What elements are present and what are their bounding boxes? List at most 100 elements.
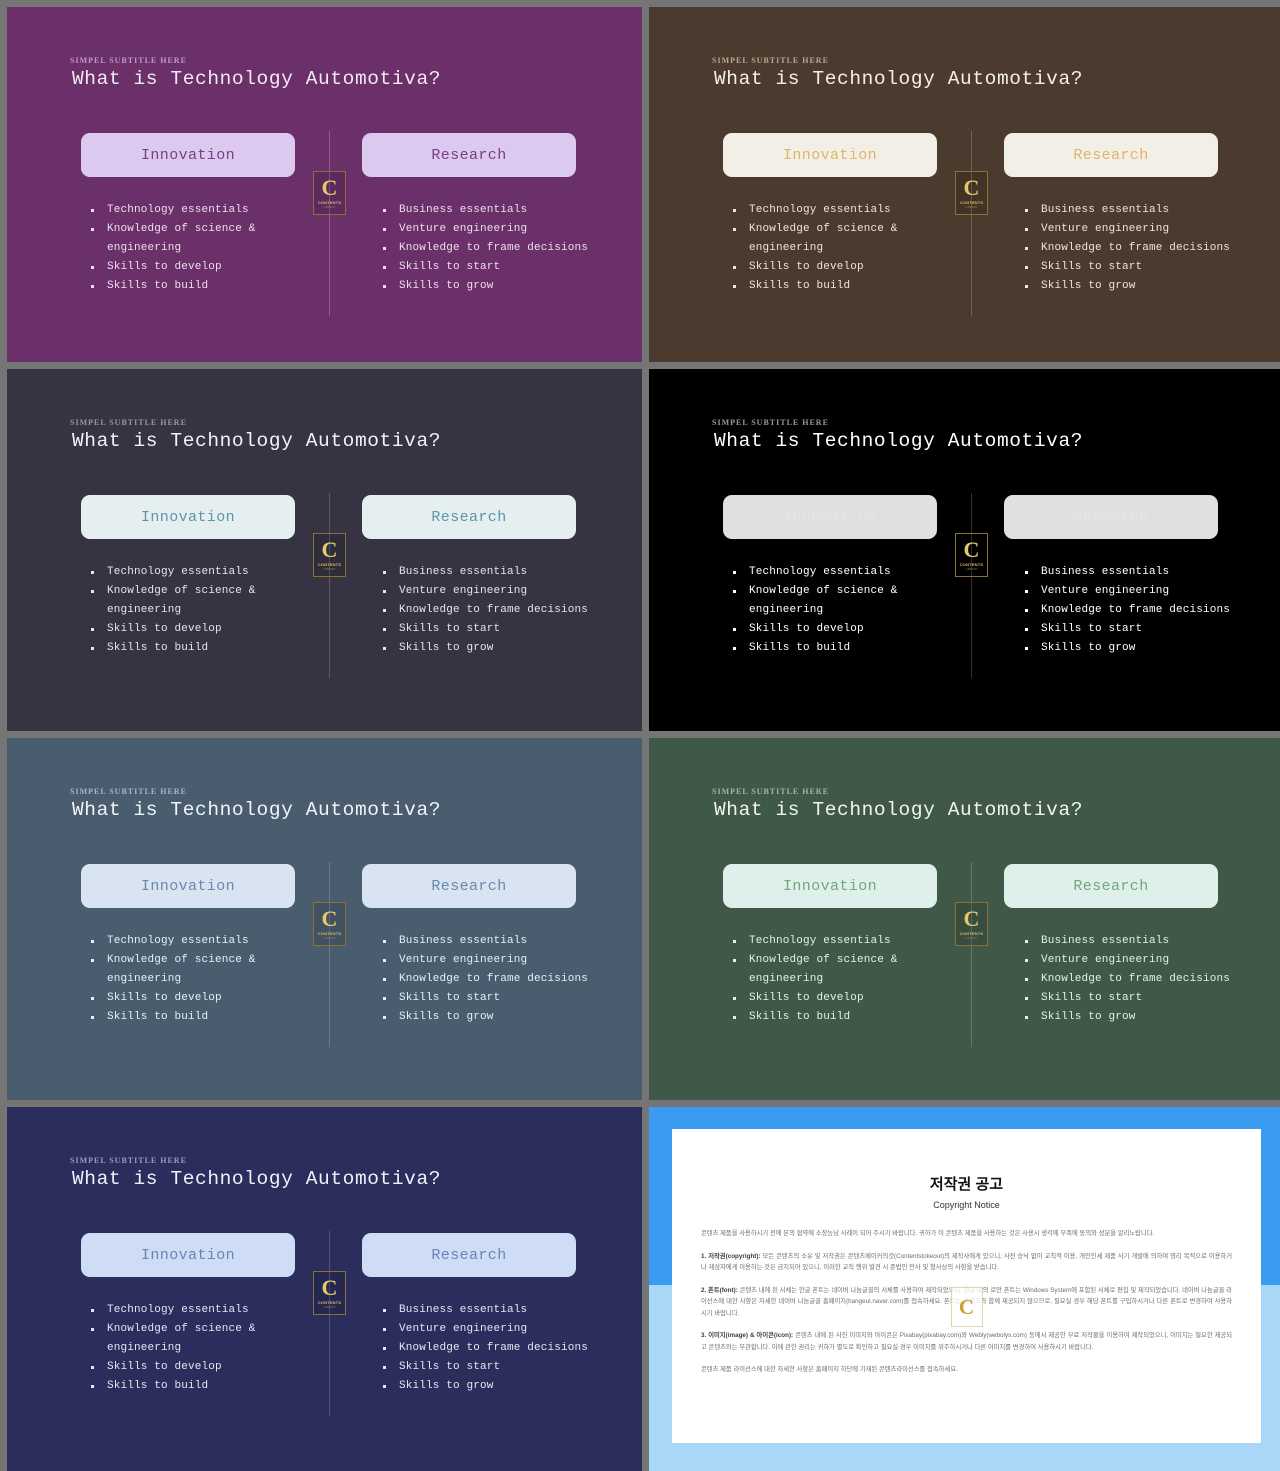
bullet-list: Business essentials Venture engineering Kn…	[377, 1301, 642, 1396]
card-innovation[interactable]: Innovation	[81, 133, 295, 177]
list-item: Skills to start	[377, 258, 642, 277]
logo-letter: C	[321, 1274, 338, 1300]
page-title: What is Technology Automotiva?	[72, 799, 442, 821]
card-research[interactable]: Research	[362, 133, 576, 177]
list-item: Skills to build	[85, 277, 335, 296]
page-title: What is Technology Automotiva?	[72, 68, 442, 90]
card-innovation[interactable]: Innovation	[81, 495, 295, 539]
bullets-innovation: Technology essentials Knowledge of scienc…	[85, 1301, 335, 1396]
slide-coffee[interactable]: SIMPEL SUBTITLE HERE What is Technology A…	[649, 7, 1280, 362]
list-item: Skills to start	[1019, 989, 1280, 1008]
bullets-research: Business essentials Venture engineering Kn…	[377, 932, 642, 1027]
slide-deck-grid: SIMPEL SUBTITLE HERE What is Technology A…	[0, 0, 1280, 1471]
bullet-list: Business essentials Venture engineering Kn…	[1019, 563, 1280, 658]
list-item: Knowledge to frame decisions	[377, 601, 642, 620]
copyright-section-2: 3. 이미지(image) & 아이콘(icon): 콘텐츠 내에 된 사진 이…	[701, 1330, 1232, 1353]
list-item: Venture engineering	[1019, 951, 1280, 970]
slide-navy[interactable]: SIMPEL SUBTITLE HERE What is Technology A…	[7, 1107, 642, 1471]
list-item: Skills to grow	[377, 1008, 642, 1027]
slide-subtitle: SIMPEL SUBTITLE HERE	[70, 56, 187, 65]
copyright-footer: 콘텐츠 제품 라이선스에 대한 자세한 사항은 홈페이지 하단에 기재된 콘텐츠…	[701, 1366, 958, 1373]
slide-subtitle: SIMPEL SUBTITLE HERE	[70, 418, 187, 427]
slide-copyright-notice[interactable]: 저작권 공고 Copyright Notice 콘텐츠 제품을 사용하시기 전에…	[649, 1107, 1280, 1471]
list-item: Venture engineering	[377, 220, 642, 239]
card-research[interactable]: Research	[362, 1233, 576, 1277]
card-innovation[interactable]: Innovation	[723, 495, 937, 539]
copyright-title-en: Copyright Notice	[933, 1200, 1000, 1210]
list-item: Skills to start	[1019, 258, 1280, 277]
list-item: Business essentials	[1019, 563, 1280, 582]
bullets-innovation: Technology essentials Knowledge of scienc…	[727, 563, 977, 658]
list-item: Skills to start	[1019, 620, 1280, 639]
slide-steel[interactable]: SIMPEL SUBTITLE HERE What is Technology A…	[7, 738, 642, 1100]
list-item: Skills to grow	[377, 639, 642, 658]
list-item: Business essentials	[377, 201, 642, 220]
card-research[interactable]: Research	[362, 495, 576, 539]
card-innovation[interactable]: Innovation	[81, 864, 295, 908]
slide-charcoal[interactable]: SIMPEL SUBTITLE HERE What is Technology A…	[7, 369, 642, 731]
page-title: What is Technology Automotiva?	[72, 430, 442, 452]
copyright-section-2-heading: 3. 이미지(image) & 아이콘(icon):	[701, 1332, 794, 1339]
slide-subtitle: SIMPEL SUBTITLE HERE	[712, 418, 829, 427]
list-item: Venture engineering	[377, 951, 642, 970]
slide-forest[interactable]: SIMPEL SUBTITLE HERE What is Technology A…	[649, 738, 1280, 1100]
copyright-section-0-heading: 1. 저작권(copyright):	[701, 1252, 761, 1260]
page-title: What is Technology Automotiva?	[714, 430, 1084, 452]
list-item: Technology essentials	[85, 1301, 335, 1320]
list-item: Skills to start	[377, 1358, 642, 1377]
list-item: Technology essentials	[727, 563, 977, 582]
bullets-research: Business essentials Venture engineering Kn…	[377, 201, 642, 296]
list-item: Venture engineering	[1019, 582, 1280, 601]
bullets-innovation: Technology essentials Knowledge of scienc…	[727, 201, 977, 296]
logo-letter: C	[321, 905, 338, 931]
list-item: Skills to grow	[1019, 639, 1280, 658]
card-research[interactable]: Research	[1004, 133, 1218, 177]
copyright-paper: 저작권 공고 Copyright Notice 콘텐츠 제품을 사용하시기 전에…	[672, 1129, 1261, 1443]
copyright-section-0: 1. 저작권(copyright): 모든 콘텐츠의 소유 및 저작권은 콘텐츠…	[701, 1251, 1232, 1274]
list-item: Business essentials	[377, 1301, 642, 1320]
card-innovation[interactable]: Innovation	[723, 133, 937, 177]
bullets-innovation: Technology essentials Knowledge of scienc…	[85, 563, 335, 658]
logo-letter: C	[321, 174, 338, 200]
card-research[interactable]: Research	[1004, 864, 1218, 908]
list-item: Knowledge of science & engineering	[727, 582, 977, 620]
card-innovation[interactable]: Innovation	[81, 1233, 295, 1277]
list-item: Skills to build	[727, 639, 977, 658]
list-item: Knowledge to frame decisions	[377, 1339, 642, 1358]
list-item: Business essentials	[1019, 201, 1280, 220]
list-item: Knowledge of science & engineering	[85, 220, 335, 258]
watermark-letter: C	[958, 1294, 975, 1319]
list-item: Knowledge to frame decisions	[1019, 601, 1280, 620]
list-item: Skills to build	[85, 639, 335, 658]
list-item: Skills to grow	[1019, 1008, 1280, 1027]
bullets-research: Business essentials Venture engineering Kn…	[1019, 932, 1280, 1027]
list-item: Knowledge of science & engineering	[85, 1320, 335, 1358]
list-item: Technology essentials	[727, 932, 977, 951]
slide-plum[interactable]: SIMPEL SUBTITLE HERE What is Technology A…	[7, 7, 642, 362]
bullets-innovation: Technology essentials Knowledge of scienc…	[85, 201, 335, 296]
list-item: Skills to grow	[1019, 277, 1280, 296]
slide-subtitle: SIMPEL SUBTITLE HERE	[70, 1156, 187, 1165]
list-item: Skills to grow	[377, 1377, 642, 1396]
list-item: Skills to develop	[85, 989, 335, 1008]
list-item: Skills to develop	[727, 620, 977, 639]
logo-letter: C	[321, 536, 338, 562]
logo-letter: C	[963, 536, 980, 562]
card-innovation[interactable]: Innovation	[723, 864, 937, 908]
copyright-intro: 콘텐츠 제품을 사용하시기 전에 본의 협약에 소장능님 사례이 되어 주시기 …	[701, 1230, 1155, 1237]
bullet-list: Business essentials Venture engineering Kn…	[1019, 932, 1280, 1027]
list-item: Knowledge to frame decisions	[1019, 970, 1280, 989]
list-item: Technology essentials	[85, 563, 335, 582]
list-item: Venture engineering	[377, 1320, 642, 1339]
list-item: Knowledge to frame decisions	[1019, 239, 1280, 258]
list-item: Knowledge of science & engineering	[85, 582, 335, 620]
copyright-section-0-text: 모든 콘텐츠의 소유 및 저작권은 콘텐츠메이커의것(Contentstokeo…	[701, 1252, 1233, 1272]
card-research[interactable]: Research	[1004, 495, 1218, 539]
list-item: Skills to develop	[85, 258, 335, 277]
bullet-list: Business essentials Venture engineering Kn…	[1019, 201, 1280, 296]
card-research[interactable]: Research	[362, 864, 576, 908]
list-item: Skills to start	[377, 989, 642, 1008]
copyright-section-1-heading: 2. 폰트(font):	[701, 1286, 738, 1294]
slide-black[interactable]: SIMPEL SUBTITLE HERE What is Technology A…	[649, 369, 1280, 731]
list-item: Knowledge to frame decisions	[377, 239, 642, 258]
